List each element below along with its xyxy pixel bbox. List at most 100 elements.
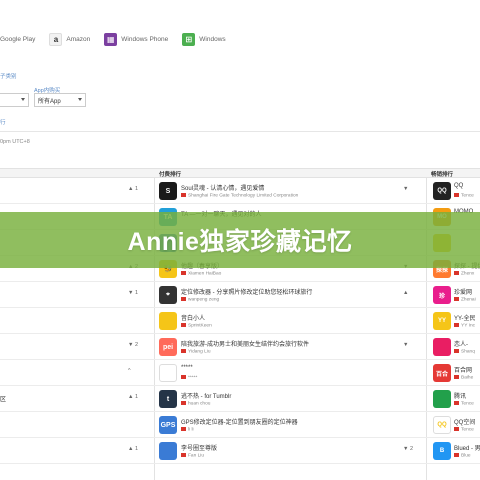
app-title[interactable]: GPS修改定位器-定位置到朋友圈的定位神器: [181, 417, 298, 426]
app-developer: Blue: [454, 453, 471, 458]
table-row[interactable]: ▲ 1 李号圈至尊版 Fan Liu ▼ 2 B Blued - 男 Blue: [0, 438, 480, 464]
table-header: 付费排行 畅销排行: [0, 168, 480, 178]
rank-change: ▲ 1: [128, 186, 139, 192]
rank-change: ▼: [403, 186, 409, 192]
grossing-ranking-header: 畅销排行: [431, 172, 454, 178]
app-developer: li li: [181, 427, 194, 432]
table-row[interactable]: ▼ 2 pei 陪我旅游-成功男士和美丽女生结伴约会旅行软件 Yidang Liu ▼ 恋…: [0, 334, 480, 360]
app-icon[interactable]: [159, 364, 177, 382]
chevron-down-icon: [78, 98, 82, 101]
china-flag-icon: [181, 349, 186, 353]
app-icon[interactable]: QQ: [433, 182, 451, 200]
amazon-icon: a: [49, 32, 63, 46]
app-developer: SprintKeen: [181, 323, 212, 328]
app-icon[interactable]: [433, 390, 451, 408]
china-flag-icon: [454, 453, 459, 457]
table-row[interactable]: ▼ 1 ⌖ 定位修改器 - 分享照片修改定位助您轻松环球旅行 wanpeng zeng…: [0, 282, 480, 308]
section-label: 行: [0, 120, 6, 126]
app-developer: YY Inc: [454, 323, 475, 328]
table-row[interactable]: 音白小人 SprintKeen YY YY-全民 YY Inc: [0, 308, 480, 334]
subcategory-label: 子类别: [0, 74, 17, 80]
app-developer: Tence: [454, 401, 474, 406]
watermark-banner: Annie独家珍藏记忆: [0, 212, 480, 268]
app-icon[interactable]: 珍: [433, 286, 451, 304]
category-cell: 区: [0, 397, 7, 403]
platform-tabs: Google Play a Amazon ▦ Windows Phone ⊞ W…: [0, 26, 480, 52]
tab-windows[interactable]: ⊞ Windows: [182, 32, 226, 46]
app-title[interactable]: *****: [181, 365, 193, 371]
app-developer: Zhenx: [454, 271, 474, 276]
app-title[interactable]: 定位修改器 - 分享照片修改定位助您轻松环球旅行: [181, 287, 312, 296]
app-developer: Yidang Liu: [181, 349, 211, 354]
app-title[interactable]: QQ空间: [454, 417, 475, 426]
select-value: 所有App: [38, 98, 61, 105]
china-flag-icon: [454, 297, 459, 301]
app-title[interactable]: 腾讯: [454, 391, 466, 400]
app-icon[interactable]: GPS: [159, 416, 177, 434]
table-row[interactable]: GPS GPS修改定位器-定位置到朋友圈的定位神器 li li QQ QQ空间 Tence: [0, 412, 480, 438]
rank-change: ▲ 1: [128, 394, 139, 400]
app-icon[interactable]: QQ: [433, 416, 451, 434]
app-icon[interactable]: S: [159, 182, 177, 200]
app-title[interactable]: Soul灵魂 - 认清心情，遇见爱情: [181, 183, 264, 192]
rank-change: ▲: [403, 290, 409, 296]
app-developer: Tence: [454, 193, 474, 198]
china-flag-icon: [454, 375, 459, 379]
watermark-text: Annie独家珍藏记忆: [127, 228, 353, 256]
app-icon[interactable]: YY: [433, 312, 451, 330]
app-title[interactable]: 李号圈至尊版: [181, 443, 217, 452]
rank-change: ▲ 1: [128, 446, 139, 452]
app-title[interactable]: 百合网: [454, 365, 472, 374]
table-row[interactable]: ▲ 1 S Soul灵魂 - 认清心情，遇见爱情 Shanghai Fire Gate…: [0, 178, 480, 204]
timezone-note: 0pm UTC+8: [0, 139, 30, 145]
app-developer: huan chou: [181, 401, 210, 406]
app-title[interactable]: YY-全民: [454, 313, 475, 322]
app-developer: Tence: [454, 427, 474, 432]
china-flag-icon: [454, 193, 459, 197]
china-flag-icon: [181, 427, 186, 431]
china-flag-icon: [181, 453, 186, 457]
table-row[interactable]: ^ ***** ***** 百合 百合网 Baihe: [0, 360, 480, 386]
tab-windows-phone[interactable]: ▦ Windows Phone: [104, 32, 168, 46]
table-row[interactable]: 区 ▲ 1 t 逃不热 - for Tumblr huan chou 腾讯 Tence: [0, 386, 480, 412]
app-icon[interactable]: t: [159, 390, 177, 408]
rank-change: ▼: [403, 342, 409, 348]
app-icon[interactable]: [159, 312, 177, 330]
app-icon[interactable]: 百合: [433, 364, 451, 382]
china-flag-icon: [181, 271, 186, 275]
tab-amazon[interactable]: a Amazon: [49, 32, 91, 46]
app-developer: Zhenai: [454, 297, 476, 302]
app-icon[interactable]: B: [433, 442, 451, 460]
china-flag-icon: [454, 271, 459, 275]
app-title[interactable]: 恋人-: [454, 339, 468, 348]
china-flag-icon: [454, 401, 459, 405]
app-icon[interactable]: pei: [159, 338, 177, 356]
app-developer: Shanghai Fire Gate Technology Limited Co…: [181, 193, 298, 198]
app-icon[interactable]: [433, 338, 451, 356]
rank-change: ▼ 2: [128, 342, 139, 348]
app-title[interactable]: QQ: [454, 183, 463, 189]
app-title[interactable]: Blued - 男: [454, 443, 480, 452]
rank-change: ^: [128, 368, 131, 374]
app-developer: Fan Liu: [181, 453, 204, 458]
app-icon[interactable]: ⌖: [159, 286, 177, 304]
paid-ranking-header: 付费排行: [159, 172, 182, 178]
china-flag-icon: [454, 323, 459, 327]
app-title[interactable]: 珍爱网: [454, 287, 472, 296]
app-developer: wanpeng zeng: [181, 297, 219, 302]
app-developer: Xiamen HaiBao: [181, 271, 221, 276]
app-icon[interactable]: [159, 442, 177, 460]
app-title[interactable]: 音白小人: [181, 313, 205, 322]
china-flag-icon: [181, 193, 186, 197]
china-flag-icon: [181, 323, 186, 327]
chevron-down-icon: [21, 98, 25, 101]
app-title[interactable]: 陪我旅游-成功男士和美丽女生结伴约会旅行软件: [181, 339, 309, 348]
app-developer: *****: [181, 375, 197, 380]
tab-label: Amazon: [66, 35, 91, 43]
app-title[interactable]: 逃不热 - for Tumblr: [181, 391, 231, 400]
subcategory-select[interactable]: [0, 93, 29, 107]
rank-change: ▼ 1: [128, 290, 139, 296]
in-app-purchase-select[interactable]: 所有App: [34, 93, 86, 107]
tab-google-play[interactable]: Google Play: [0, 33, 35, 46]
tab-label: Google Play: [0, 35, 36, 43]
